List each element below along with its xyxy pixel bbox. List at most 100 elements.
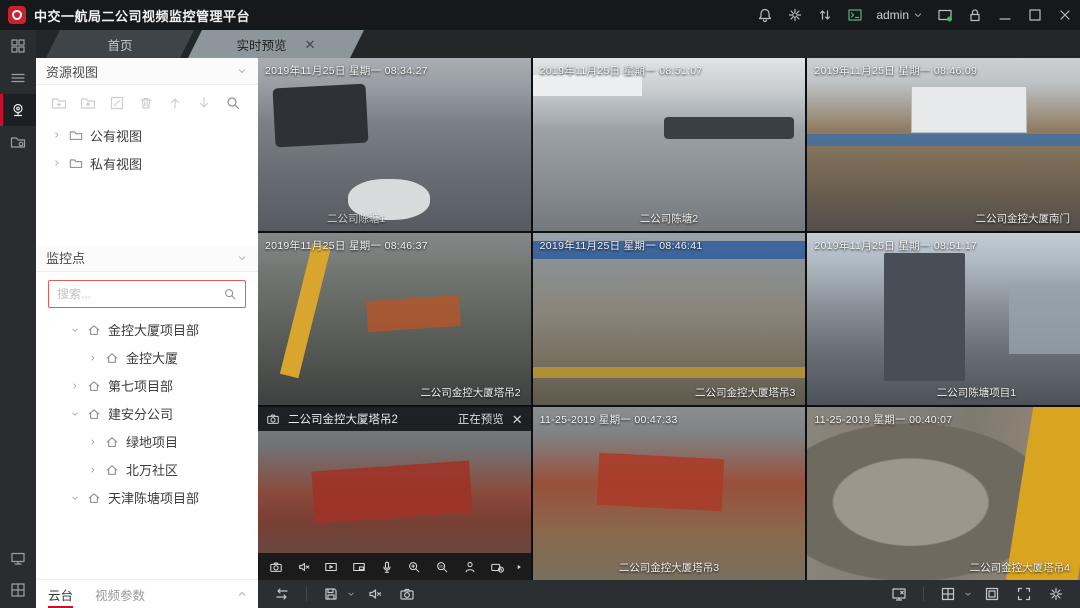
osd-camera-label: 二公司金控大厦塔吊3 — [695, 385, 795, 400]
camera-icon — [266, 412, 280, 426]
video-cell-7-selected[interactable]: 二公司金控大厦塔吊2 正在预览 ✕ 3D — [258, 407, 531, 580]
home-icon — [87, 323, 101, 337]
monitor-points-header[interactable]: 监控点 — [36, 245, 258, 272]
chevron-down-icon[interactable] — [962, 589, 974, 599]
tree-item-public-views[interactable]: 公有视图 — [36, 121, 258, 149]
chevron-up-icon[interactable] — [236, 588, 248, 600]
minimize-button[interactable] — [990, 0, 1020, 30]
tab-video-params[interactable]: 视频参数 — [95, 580, 145, 608]
osd-camera-label: 二公司金控大厦塔吊3 — [619, 560, 719, 575]
snapshot-camera-icon[interactable] — [393, 580, 421, 608]
speaker-mute-icon[interactable] — [361, 580, 389, 608]
bottom-right-group — [885, 580, 1070, 608]
tree-item-private-views[interactable]: 私有视图 — [36, 149, 258, 177]
menu-lines-icon[interactable] — [0, 62, 36, 94]
bottom-toolbar — [258, 580, 1080, 608]
tab-home-label: 首页 — [107, 35, 132, 54]
microphone-icon[interactable] — [375, 554, 399, 579]
folder-settings-icon[interactable] — [0, 126, 36, 158]
video-grid: 2019年11月25日 星期一 08:34:27 二公司陈塘1 2019年11月… — [258, 58, 1080, 580]
zoom-3d-icon[interactable]: 3D — [430, 554, 454, 579]
tab-live-preview[interactable]: 实时预览 ✕ — [188, 30, 364, 58]
record-film-icon[interactable] — [319, 554, 343, 579]
tab-ptz[interactable]: 云台 — [48, 580, 73, 608]
webcam-icon[interactable] — [0, 94, 36, 126]
folder-add-icon[interactable] — [44, 89, 73, 117]
home-icon — [105, 463, 119, 477]
multi-screen-icon[interactable] — [0, 574, 36, 606]
chevron-down-icon[interactable] — [345, 589, 357, 599]
chevron-down-icon — [236, 252, 248, 264]
close-button[interactable] — [1050, 0, 1080, 30]
tree-item-site[interactable]: 第七项目部 — [36, 372, 258, 400]
video-cell-8[interactable]: 11-25-2019 星期一 00:47:33 二公司金控大厦塔吊3 — [533, 407, 806, 580]
stream-mode-icon[interactable] — [268, 580, 296, 608]
close-all-screens-icon[interactable] — [885, 580, 913, 608]
tree-item-site[interactable]: 金控大厦 — [36, 344, 258, 372]
tree-item-site[interactable]: 北万社区 — [36, 456, 258, 484]
single-screen-icon[interactable] — [978, 580, 1006, 608]
edit-icon[interactable] — [102, 89, 131, 117]
maximize-button[interactable] — [1020, 0, 1050, 30]
tab-home[interactable]: 首页 — [46, 30, 194, 58]
terminal-icon[interactable] — [840, 0, 870, 30]
tree-item-site[interactable]: 金控大厦项目部 — [36, 316, 258, 344]
search-icon[interactable] — [223, 287, 237, 301]
tab-live-label: 实时预览 — [237, 35, 287, 54]
username: admin — [876, 8, 909, 22]
tree-item-site[interactable]: 绿地项目 — [36, 428, 258, 456]
lock-icon[interactable] — [960, 0, 990, 30]
osd-camera-label: 二公司金控大厦塔吊4 — [970, 560, 1070, 575]
search-input[interactable] — [57, 287, 223, 301]
layout-grid-icon[interactable] — [934, 580, 962, 608]
apps-grid-icon[interactable] — [0, 30, 36, 62]
titlebar-actions: admin — [750, 0, 1080, 30]
sidebar-spacer — [36, 177, 258, 245]
fullscreen-icon[interactable] — [1010, 580, 1038, 608]
zoom-in-icon[interactable] — [403, 554, 427, 579]
video-cell-1[interactable]: 2019年11月25日 星期一 08:34:27 二公司陈塘1 — [258, 58, 531, 231]
folder-media-icon[interactable] — [73, 89, 102, 117]
tree-item-label: 建安分公司 — [108, 404, 173, 423]
tab-close-icon[interactable]: ✕ — [305, 38, 316, 51]
projection-icon[interactable] — [0, 542, 36, 574]
chevron-right-icon — [88, 353, 98, 363]
chevron-down-icon — [70, 409, 80, 419]
picture-in-picture-icon[interactable] — [347, 554, 371, 579]
osd-timestamp: 2019年11月25日 星期一 08:46:41 — [540, 238, 703, 253]
bell-icon[interactable] — [750, 0, 780, 30]
save-disk-icon[interactable] — [317, 580, 345, 608]
tree-item-site[interactable]: 建安分公司 — [36, 400, 258, 428]
screenshot-status-icon[interactable] — [930, 0, 960, 30]
user-menu[interactable]: admin — [870, 8, 930, 22]
tree-item-label: 私有视图 — [90, 154, 142, 173]
arrow-down-icon[interactable] — [189, 89, 218, 117]
tree-item-label: 天津陈塘项目部 — [108, 488, 199, 507]
tree-item-site[interactable]: 天津陈塘项目部 — [36, 484, 258, 512]
tree-item-label: 北万社区 — [126, 460, 178, 479]
video-cell-3[interactable]: 2019年11月25日 星期一 08:46:09 二公司金控大厦南门 — [807, 58, 1080, 231]
more-arrow-icon[interactable] — [513, 562, 524, 572]
speaker-mute-icon[interactable] — [292, 554, 316, 579]
video-cell-4[interactable]: 2019年11月25日 星期一 08:46:37 二公司金控大厦塔吊2 — [258, 233, 531, 406]
close-icon[interactable]: ✕ — [512, 413, 523, 426]
selected-cell-toolbar: 3D — [258, 553, 531, 580]
sort-arrows-icon[interactable] — [810, 0, 840, 30]
snapshot-camera-icon[interactable] — [264, 554, 288, 579]
video-cell-2[interactable]: 2019年11月25日 星期一 08:51:07 二公司陈塘2 — [533, 58, 806, 231]
search-icon[interactable] — [218, 89, 247, 117]
svg-text:3D: 3D — [439, 563, 444, 568]
settings-gear-icon[interactable] — [1042, 580, 1070, 608]
arrow-up-icon[interactable] — [160, 89, 189, 117]
resource-view-header[interactable]: 资源视图 — [36, 58, 258, 85]
person-locate-icon[interactable] — [458, 554, 482, 579]
chevron-down-icon — [70, 493, 80, 503]
chevron-down-icon — [912, 9, 924, 21]
selected-cell-title: 二公司金控大厦塔吊2 — [288, 411, 398, 427]
settings-gear-icon[interactable] — [780, 0, 810, 30]
trash-icon[interactable] — [131, 89, 160, 117]
video-cell-9[interactable]: 11-25-2019 星期一 00:40:07 二公司金控大厦塔吊4 — [807, 407, 1080, 580]
video-cell-5[interactable]: 2019年11月25日 星期一 08:46:41 二公司金控大厦塔吊3 — [533, 233, 806, 406]
timed-snapshot-icon[interactable] — [486, 554, 510, 579]
video-cell-6[interactable]: 2019年11月25日 星期一 08:51:17 二公司陈塘项目1 — [807, 233, 1080, 406]
